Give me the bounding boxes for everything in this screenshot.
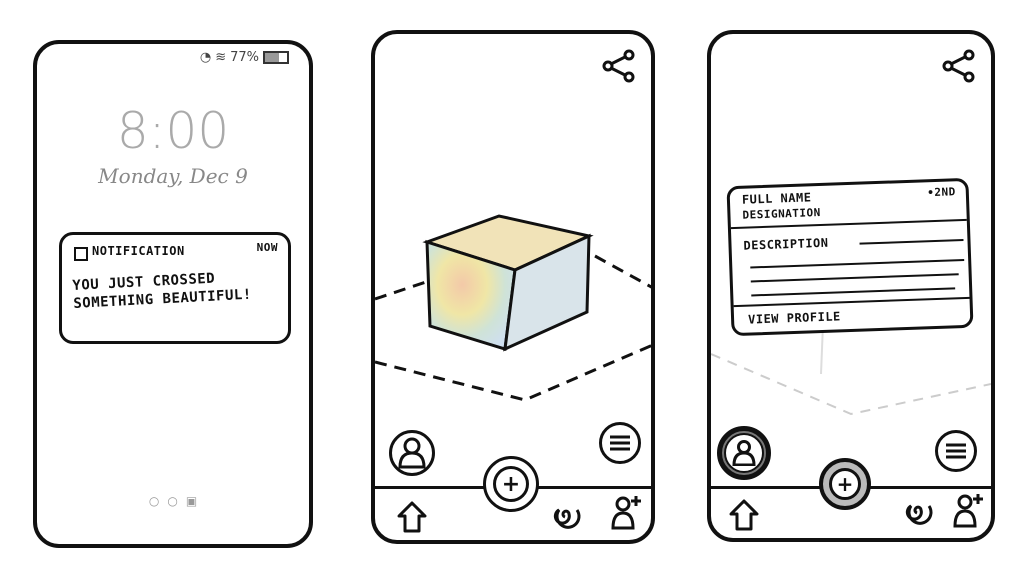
connection-degree-badge: •2nd (927, 185, 957, 200)
avatar-icon (724, 433, 764, 473)
profile-card[interactable]: Full Name •2nd Designation Description V… (726, 177, 974, 337)
add-user-icon[interactable] (609, 492, 645, 532)
profile-designation: Designation (742, 205, 822, 222)
menu-button[interactable] (935, 430, 977, 472)
share-icon[interactable] (601, 48, 637, 84)
menu-button[interactable] (599, 422, 641, 464)
description-line (750, 259, 965, 269)
lockscreen-phone: ◔ ≋ 77% 8:00 Monday, Dec 9 Notification … (33, 40, 313, 548)
notification-time: Now (256, 241, 278, 254)
profile-description: Description (743, 235, 829, 253)
home-icon[interactable] (727, 498, 761, 532)
add-user-icon[interactable] (951, 490, 987, 530)
add-icon: + (493, 466, 529, 502)
battery-percentage: 77% (230, 50, 259, 65)
alarm-icon: ◔ (199, 50, 212, 65)
page-dot-icon: ○ (148, 494, 160, 508)
page-dot-icon: ○ (167, 494, 178, 508)
description-line (751, 287, 956, 297)
notification-app-icon (74, 247, 88, 261)
ar-view-phone: + (371, 30, 655, 544)
battery-icon (263, 51, 289, 64)
home-icon[interactable] (395, 500, 429, 534)
spiral-icon[interactable] (899, 496, 935, 530)
add-icon: + (829, 468, 861, 500)
notification-body: You just crossed something beautiful! (72, 270, 253, 312)
notification-card[interactable]: Notification Now You just crossed someth… (59, 232, 291, 344)
lock-clock: 8:00 (116, 102, 230, 160)
profile-full-name: Full Name (741, 190, 812, 207)
menu-icon (610, 435, 630, 451)
wifi-icon: ≋ (215, 50, 227, 65)
avatar-icon (398, 437, 426, 469)
profile-view-phone: Full Name •2nd Designation Description V… (707, 30, 995, 542)
share-icon[interactable] (941, 48, 977, 84)
notification-title: Notification (92, 244, 185, 258)
menu-icon (946, 443, 966, 459)
profile-button-active[interactable] (717, 426, 771, 480)
card-divider (733, 296, 970, 308)
status-bar: ◔ ≋ 77% (200, 50, 289, 65)
lock-page-indicators: ○ ○ ▣ (37, 494, 309, 508)
add-button[interactable]: + (483, 456, 539, 512)
spiral-icon[interactable] (547, 500, 583, 534)
lock-date: Monday, Dec 9 (98, 164, 248, 188)
view-profile-link[interactable]: View Profile (748, 309, 841, 326)
profile-button[interactable] (389, 430, 435, 476)
ar-cube-scene[interactable] (375, 194, 651, 414)
camera-icon[interactable]: ▣ (186, 494, 197, 508)
description-line (859, 239, 964, 245)
description-line (750, 273, 959, 283)
add-button[interactable]: + (819, 458, 871, 510)
